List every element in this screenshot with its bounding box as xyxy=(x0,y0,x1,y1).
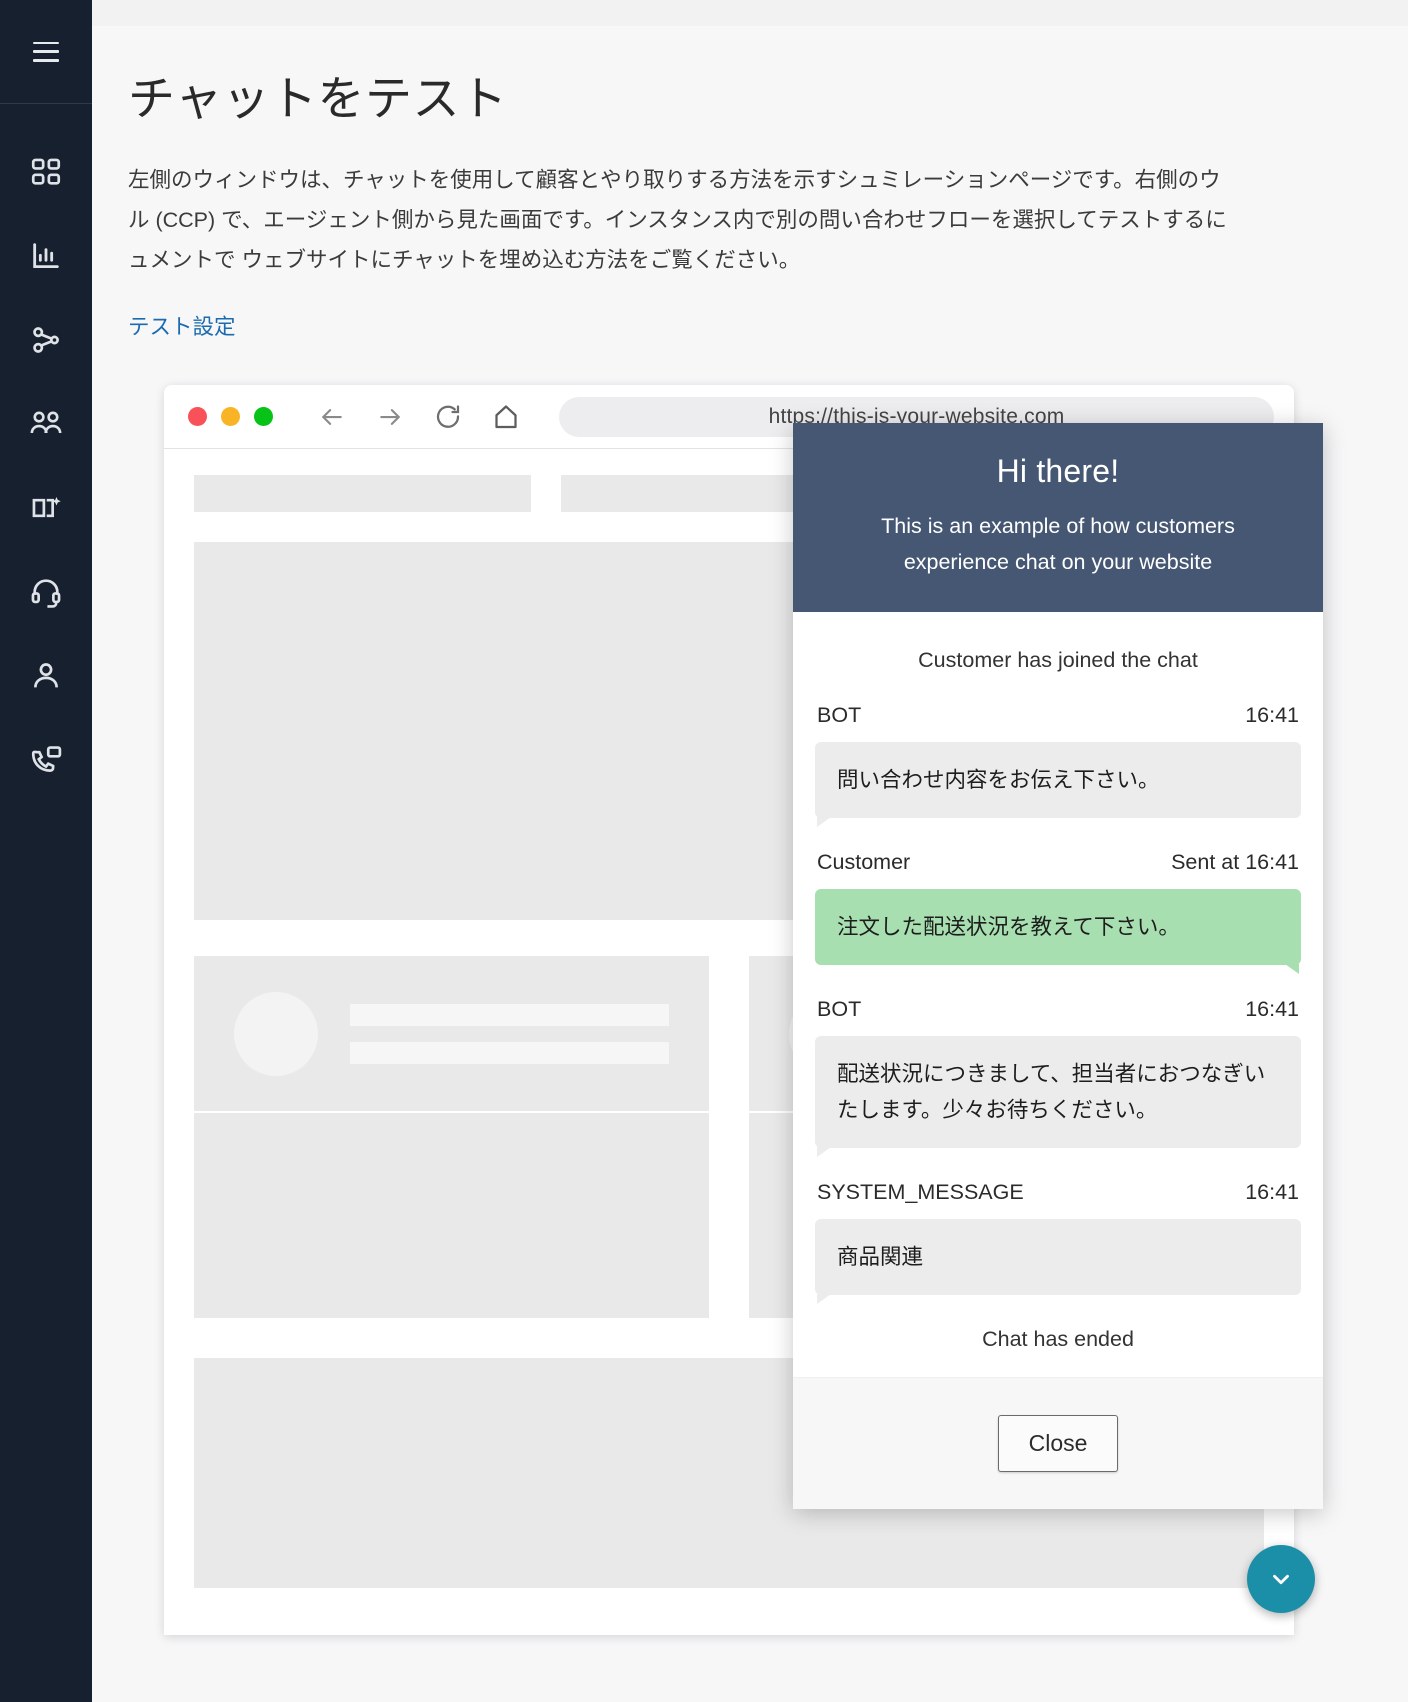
headset-icon xyxy=(29,575,63,609)
book-sparkle-icon xyxy=(29,491,63,525)
grid-icon xyxy=(29,155,63,189)
minimize-yellow-dot-icon[interactable] xyxy=(221,407,240,427)
skeleton-block xyxy=(194,475,531,513)
sidebar-item-profile[interactable] xyxy=(18,654,74,698)
test-settings-link[interactable]: テスト設定 xyxy=(128,310,236,341)
window-traffic-lights xyxy=(188,407,273,427)
chat-toggle-fab[interactable] xyxy=(1247,1545,1315,1613)
chevron-down-icon xyxy=(1268,1566,1294,1592)
bar-chart-icon xyxy=(29,239,63,273)
chat-message-sender: Customer xyxy=(817,850,911,874)
chat-message-meta: Customer Sent at 16:41 xyxy=(815,850,1301,875)
hamburger-icon xyxy=(33,41,59,62)
phone-chat-icon xyxy=(29,743,63,777)
chat-message-time: 16:41 xyxy=(1245,1180,1299,1204)
chat-join-notice: Customer has joined the chat xyxy=(918,648,1198,672)
sidebar-item-dashboard[interactable] xyxy=(18,150,74,194)
skeleton-card-column xyxy=(194,956,709,1319)
chat-widget-footer: Close xyxy=(793,1377,1323,1509)
chat-message-bubble: 問い合わせ内容をお伝え下さい。 xyxy=(815,742,1301,827)
app-root: チャットをテスト 左側のウィンドウは、チャットを使用して顧客とやり取りする方法を… xyxy=(0,0,1408,1702)
sidebar-item-channels[interactable] xyxy=(18,486,74,530)
chat-message-bubble: 注文した配送状況を教えて下さい。 xyxy=(815,889,1301,974)
chat-message-sent-prefix: Sent at xyxy=(1171,850,1246,874)
chat-message-bubble: 配送状況につきまして、担当者におつなぎいたします。少々お待ちください。 xyxy=(815,1036,1301,1157)
back-arrow-icon[interactable] xyxy=(317,402,347,432)
skeleton-block xyxy=(194,1113,709,1319)
users-icon xyxy=(28,406,64,442)
person-icon xyxy=(29,659,63,693)
sidebar-item-agent-desktop[interactable] xyxy=(18,570,74,614)
chat-message-sender: BOT xyxy=(817,703,862,727)
chat-greeting-subtitle: This is an example of how customers expe… xyxy=(881,514,1235,574)
chat-widget-header: Hi there! This is an example of how cust… xyxy=(793,423,1323,612)
chat-message-meta: BOT 16:41 xyxy=(815,703,1301,728)
browser-nav-buttons xyxy=(317,402,521,432)
chat-message: SYSTEM_MESSAGE 16:41 商品関連 xyxy=(815,1180,1301,1304)
sidebar-item-users[interactable] xyxy=(18,402,74,446)
chat-message-meta: BOT 16:41 xyxy=(815,997,1301,1022)
chat-message-bubble: 商品関連 xyxy=(815,1219,1301,1304)
chat-message: BOT 16:41 配送状況につきまして、担当者におつなぎいたします。少々お待ち… xyxy=(815,997,1301,1157)
home-icon[interactable] xyxy=(491,402,521,432)
skeleton-text-lines xyxy=(350,1003,709,1064)
sidebar-item-routing[interactable] xyxy=(18,318,74,362)
chat-ended-notice: Chat has ended xyxy=(982,1327,1134,1351)
close-red-dot-icon[interactable] xyxy=(188,407,207,427)
chat-message-timestamp: 16:41 xyxy=(1245,850,1299,874)
skeleton-line xyxy=(350,1003,669,1026)
chat-message: Customer Sent at 16:41 注文した配送状況を教えて下さい。 xyxy=(815,850,1301,974)
top-strip xyxy=(92,0,1408,26)
maximize-green-dot-icon[interactable] xyxy=(254,407,273,427)
chat-greeting-title: Hi there! xyxy=(996,453,1120,489)
page-title: チャットをテスト xyxy=(128,72,508,125)
main-content: チャットをテスト 左側のウィンドウは、チャットを使用して顧客とやり取りする方法を… xyxy=(92,0,1408,1702)
chat-message-sender: BOT xyxy=(817,997,862,1021)
skeleton-avatar xyxy=(234,991,318,1076)
forward-arrow-icon[interactable] xyxy=(375,402,405,432)
chat-message-sender: SYSTEM_MESSAGE xyxy=(817,1180,1024,1204)
sidebar-item-analytics[interactable] xyxy=(18,234,74,278)
chat-widget: Hi there! This is an example of how cust… xyxy=(793,423,1323,1509)
page-intro: 左側のウィンドウは、チャットを使用して顧客とやり取りする方法を示すシュミレーショ… xyxy=(128,168,1227,273)
sidebar-nav xyxy=(0,104,92,782)
chat-message: BOT 16:41 問い合わせ内容をお伝え下さい。 xyxy=(815,703,1301,827)
close-button[interactable]: Close xyxy=(997,1415,1119,1472)
chat-message-time: 16:41 xyxy=(1245,997,1299,1021)
chat-message-time: Sent at 16:41 xyxy=(1171,850,1299,875)
sidebar xyxy=(0,0,92,1702)
chat-transcript[interactable]: Customer has joined the chat BOT 16:41 問… xyxy=(793,612,1323,1377)
flow-branch-icon xyxy=(29,323,63,357)
chat-message-time: 16:41 xyxy=(1245,703,1299,727)
skeleton-line xyxy=(350,1041,669,1064)
skeleton-card xyxy=(194,956,709,1112)
chat-message-meta: SYSTEM_MESSAGE 16:41 xyxy=(815,1180,1301,1205)
reload-icon[interactable] xyxy=(433,402,463,432)
menu-toggle-button[interactable] xyxy=(0,0,92,104)
sidebar-item-contact-flows[interactable] xyxy=(18,738,74,782)
